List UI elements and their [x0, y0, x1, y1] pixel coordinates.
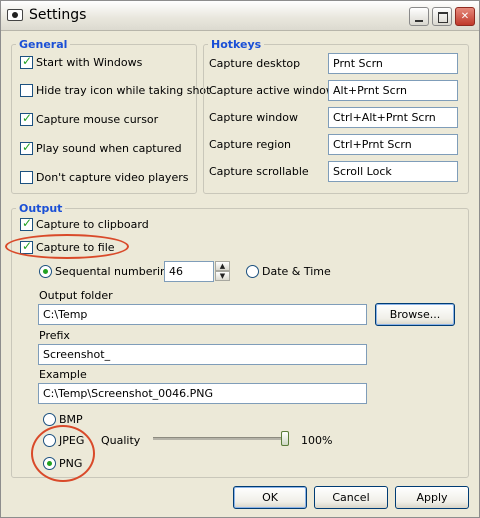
hotkey-input-window[interactable]: Ctrl+Alt+Prnt Scrn — [328, 107, 458, 128]
hotkey-label-active-window: Capture active window — [209, 84, 335, 97]
quality-slider-track[interactable] — [153, 437, 289, 440]
capture-mouse-cursor-checkbox[interactable] — [20, 111, 33, 126]
ok-button[interactable]: OK — [233, 486, 307, 509]
play-sound-checkbox[interactable] — [20, 140, 33, 155]
browse-button[interactable]: Browse... — [375, 303, 455, 326]
window-title: Settings — [29, 7, 87, 23]
capture-mouse-cursor-label[interactable]: Capture mouse cursor — [36, 113, 158, 126]
spin-down-icon[interactable]: ▼ — [215, 271, 230, 281]
hotkey-label-desktop: Capture desktop — [209, 57, 301, 70]
capture-to-clipboard-checkbox[interactable] — [20, 216, 33, 231]
sequence-number-input[interactable]: 46 — [164, 261, 214, 282]
hotkey-label-window: Capture window — [209, 111, 298, 124]
capture-to-file-checkbox[interactable] — [20, 239, 33, 254]
output-folder-input[interactable]: C:\Temp — [38, 304, 367, 325]
date-time-label[interactable]: Date & Time — [262, 265, 331, 278]
prefix-label: Prefix — [39, 329, 70, 342]
example-label: Example — [39, 368, 87, 381]
hotkey-label-region: Capture region — [209, 138, 292, 151]
start-with-windows-label[interactable]: Start with Windows — [36, 56, 142, 69]
hotkey-input-region[interactable]: Ctrl+Prnt Scrn — [328, 134, 458, 155]
hide-tray-icon-label[interactable]: Hide tray icon while taking shot — [36, 84, 210, 97]
close-button[interactable]: ✕ — [455, 7, 475, 26]
settings-window: Settings ✕ General Start with Windows Hi… — [0, 0, 480, 518]
general-legend: General — [16, 38, 71, 51]
quality-label: Quality — [101, 434, 141, 447]
minimize-button[interactable] — [409, 7, 429, 26]
bmp-label[interactable]: BMP — [59, 413, 83, 426]
hotkey-input-scrollable[interactable]: Scroll Lock — [328, 161, 458, 182]
date-time-radio[interactable] — [246, 265, 259, 278]
example-field: C:\Temp\Screenshot_0046.PNG — [38, 383, 367, 404]
dont-capture-video-checkbox[interactable] — [20, 171, 33, 184]
capture-to-clipboard-label[interactable]: Capture to clipboard — [36, 218, 149, 231]
hotkey-input-active-window[interactable]: Alt+Prnt Scrn — [328, 80, 458, 101]
sequence-number-spinner[interactable]: ▲ ▼ — [215, 261, 230, 282]
quality-slider-thumb[interactable] — [281, 431, 289, 446]
hotkey-input-desktop[interactable]: Prnt Scrn — [328, 53, 458, 74]
capture-to-file-label[interactable]: Capture to file — [36, 241, 115, 254]
dont-capture-video-label[interactable]: Don't capture video players — [36, 171, 188, 184]
bmp-radio[interactable] — [43, 413, 56, 426]
maximize-button[interactable] — [432, 7, 452, 26]
spin-up-icon[interactable]: ▲ — [215, 261, 230, 271]
sequential-numbering-label[interactable]: Sequental numbering — [55, 265, 174, 278]
title-bar[interactable]: Settings ✕ — [1, 1, 479, 31]
close-icon: ✕ — [460, 11, 470, 22]
output-folder-label: Output folder — [39, 289, 113, 302]
hotkey-label-scrollable: Capture scrollable — [209, 165, 309, 178]
cancel-button[interactable]: Cancel — [314, 486, 388, 509]
jpeg-label[interactable]: JPEG — [59, 434, 84, 447]
hotkeys-legend: Hotkeys — [208, 38, 265, 51]
camera-icon — [7, 9, 23, 21]
hide-tray-icon-checkbox[interactable] — [20, 84, 33, 97]
prefix-input[interactable]: Screenshot_ — [38, 344, 367, 365]
jpeg-radio[interactable] — [43, 434, 56, 447]
play-sound-label[interactable]: Play sound when captured — [36, 142, 182, 155]
sequential-numbering-radio[interactable] — [39, 265, 52, 278]
quality-value: 100% — [301, 434, 333, 447]
output-legend: Output — [16, 202, 66, 215]
png-radio[interactable] — [43, 457, 56, 470]
png-label[interactable]: PNG — [59, 457, 82, 470]
start-with-windows-checkbox[interactable] — [20, 54, 33, 69]
apply-button[interactable]: Apply — [395, 486, 469, 509]
